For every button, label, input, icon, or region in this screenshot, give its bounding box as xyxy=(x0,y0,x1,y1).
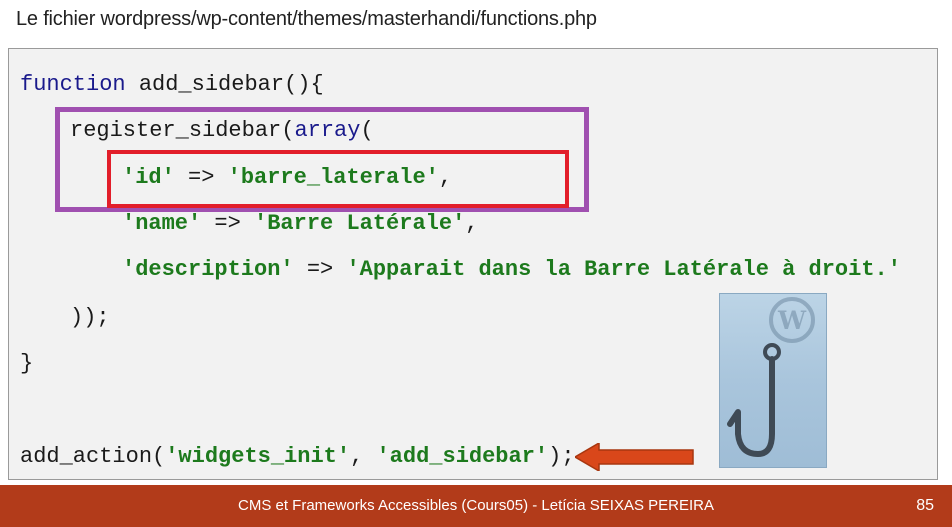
slide-title: Le fichier wordpress/wp-content/themes/m… xyxy=(16,8,597,30)
code-line-6: )); xyxy=(70,305,110,330)
code-text: ); xyxy=(548,444,575,469)
slide-footer: CMS et Frameworks Accessibles (Cours05) … xyxy=(0,485,952,527)
code-string: 'widgets_init' xyxy=(165,444,351,469)
code-line-7: } xyxy=(20,351,34,376)
code-text: add_action( xyxy=(20,444,166,469)
left-arrow-icon xyxy=(575,443,694,471)
code-operator: => xyxy=(293,257,347,282)
code-text: add_sidebar(){ xyxy=(125,72,324,97)
footer-text: CMS et Frameworks Accessibles (Cours05) … xyxy=(238,497,714,514)
code-string: 'name' xyxy=(122,211,202,236)
code-string: 'Barre Latérale' xyxy=(254,211,466,236)
highlight-box-red xyxy=(107,150,569,208)
code-string: 'add_sidebar' xyxy=(376,444,549,469)
code-keyword-function: function xyxy=(20,72,126,97)
page-number: 85 xyxy=(916,497,934,514)
code-text: , xyxy=(350,444,377,469)
code-string: 'Apparait dans la Barre Latérale à droit… xyxy=(346,257,901,282)
code-operator: => xyxy=(201,211,255,236)
code-text: , xyxy=(465,211,479,236)
code-line-1: function add_sidebar(){ xyxy=(20,72,324,98)
code-line-4: 'name' => 'Barre Latérale', xyxy=(122,211,478,237)
wordpress-hook-icon: W xyxy=(719,293,827,468)
code-line-5: 'description' => 'Apparait dans la Barre… xyxy=(122,257,901,283)
svg-text:W: W xyxy=(777,306,807,335)
code-string: 'description' xyxy=(122,257,294,282)
code-line-8: add_action('widgets_init', 'add_sidebar'… xyxy=(20,444,575,470)
